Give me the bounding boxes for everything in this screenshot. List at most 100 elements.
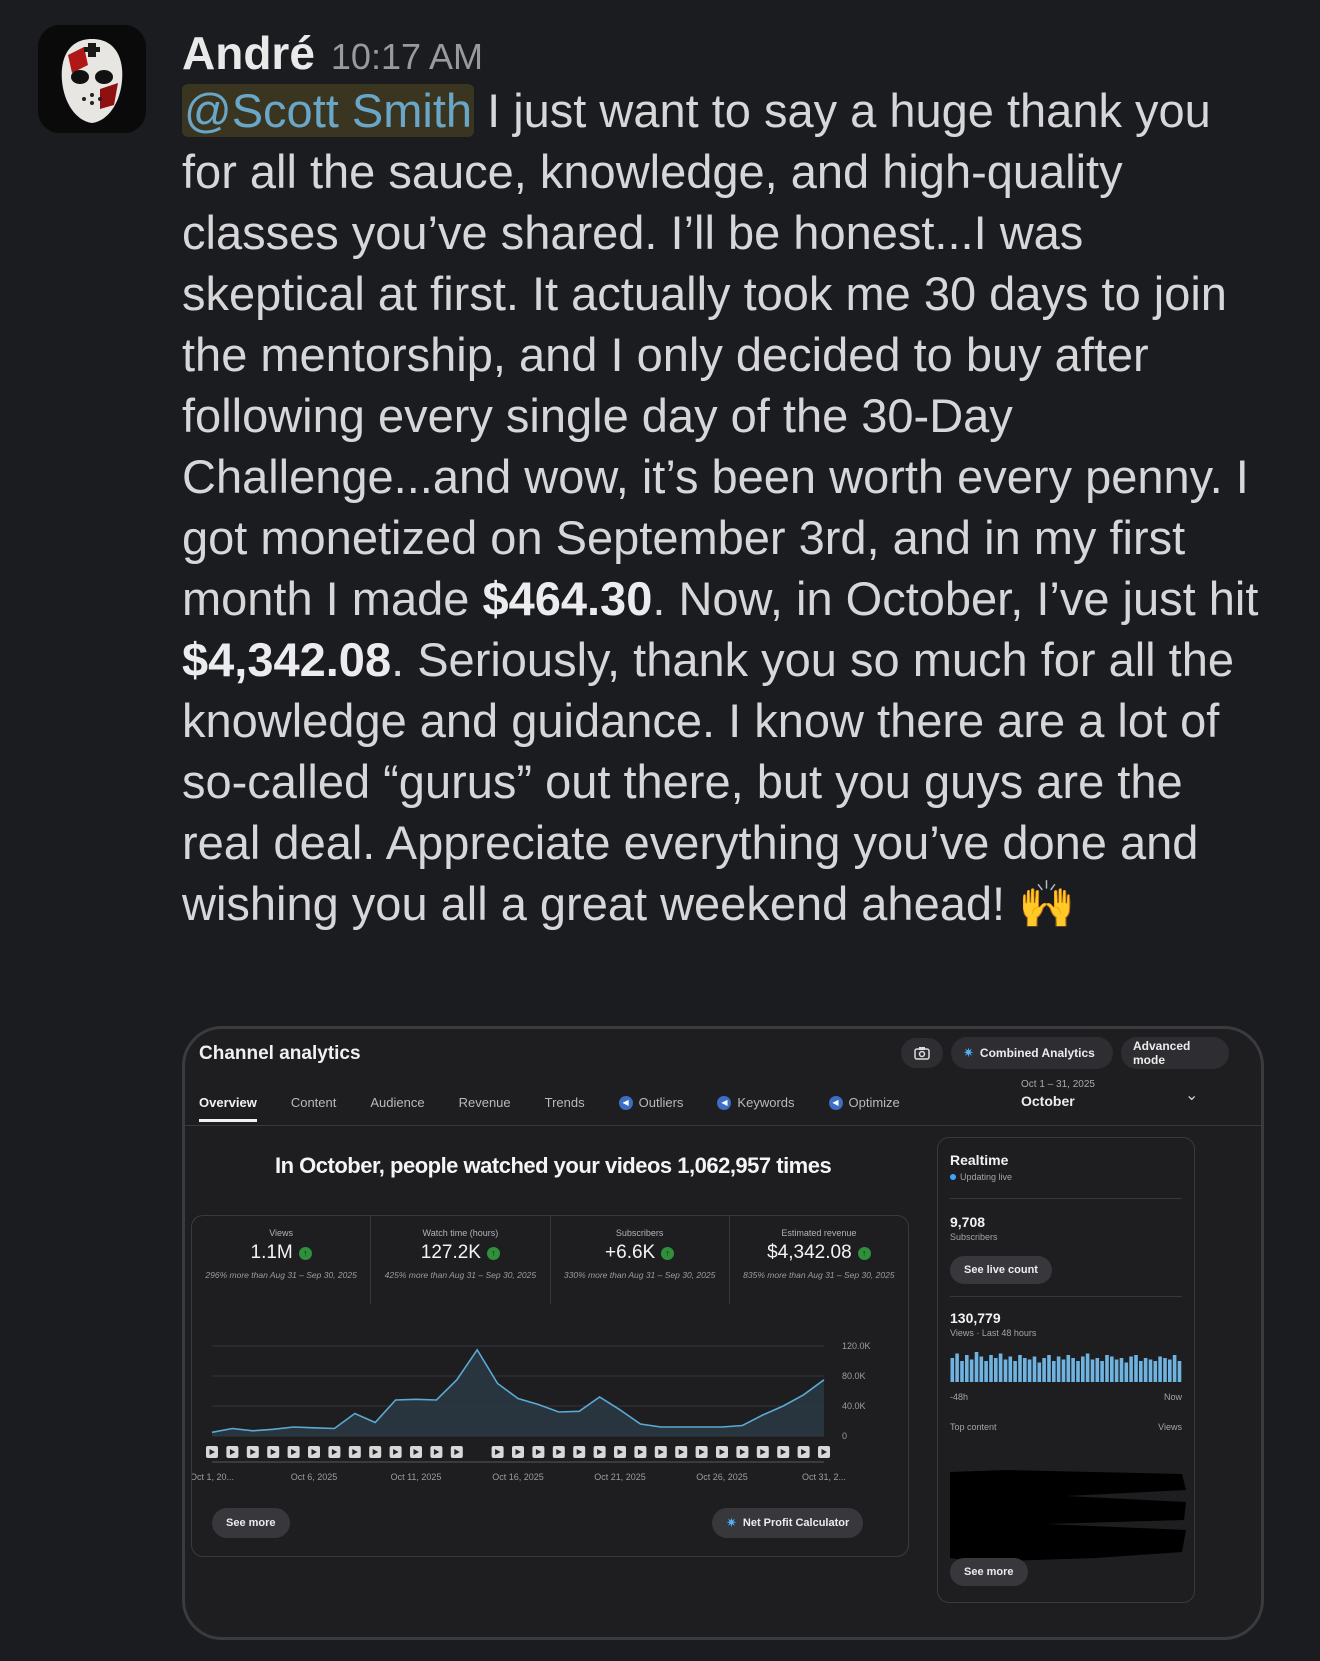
y-tick-label: 80.0K [842, 1371, 866, 1381]
date-range[interactable]: Oct 1 – 31, 2025 [1021, 1079, 1095, 1090]
advanced-mode-button[interactable]: Advanced mode [1121, 1037, 1229, 1069]
realtime-bar [1110, 1356, 1114, 1382]
realtime-bar [1076, 1361, 1080, 1382]
tab-trends[interactable]: Trends [545, 1095, 585, 1110]
extension-icon: ◀ [618, 1095, 633, 1110]
analytics-tabs: Overview Content Audience Revenue Trends… [199, 1095, 900, 1122]
bold-amount: $4,342.08 [182, 633, 392, 686]
user-mention[interactable]: @Scott Smith [182, 84, 475, 137]
tab-label: Trends [544, 1095, 585, 1110]
views-chart[interactable]: 120.0K 80.0K 40.0K 0 Oct 1, 20... Oct 6, 2025… [192, 1304, 908, 1504]
realtime-bar [1129, 1356, 1133, 1382]
y-tick-label: 0 [842, 1431, 847, 1441]
screenshot-button[interactable] [901, 1038, 943, 1068]
realtime-bar [1134, 1355, 1138, 1382]
realtime-bar [950, 1358, 955, 1382]
tab-audience[interactable]: Audience [370, 1095, 424, 1110]
metric-delta: 330% more than Aug 31 – Sep 30, 2025 [563, 1270, 716, 1280]
tab-keywords[interactable]: ◀ Keywords [717, 1095, 795, 1110]
timestamp[interactable]: 10:17 AM [331, 36, 483, 78]
realtime-bar [989, 1355, 993, 1382]
metric-card-subscribers[interactable]: Subscribers +6.6K ↑ 330% more than Aug 31… [551, 1216, 730, 1304]
realtime-axis-start: -48h [950, 1392, 969, 1402]
date-period-label[interactable]: October [1021, 1093, 1075, 1109]
top-content-heading: Top content [950, 1422, 997, 1432]
combined-analytics-button[interactable]: ✷ Combined Analytics [951, 1037, 1113, 1069]
metric-value: +6.6K ↑ [551, 1242, 729, 1264]
tab-revenue[interactable]: Revenue [459, 1095, 511, 1110]
realtime-bar [1071, 1358, 1075, 1382]
see-more-button[interactable]: See more [950, 1558, 1028, 1586]
author-name[interactable]: André [182, 26, 315, 80]
metric-value-text: 1.1M [250, 1242, 293, 1263]
message: André 10:17 AM @Scott Smith I just want … [182, 26, 1272, 935]
realtime-bar [1066, 1355, 1071, 1382]
realtime-bar [1085, 1353, 1090, 1382]
see-live-count-button[interactable]: See live count [950, 1256, 1052, 1284]
camera-icon [914, 1047, 930, 1060]
divider [950, 1296, 1182, 1297]
tab-overview[interactable]: Overview [199, 1095, 257, 1122]
realtime-bar [1023, 1358, 1027, 1382]
views-column-heading: Views [1158, 1422, 1182, 1432]
metric-delta: 296% more than Aug 31 – Sep 30, 2025 [205, 1270, 357, 1280]
tab-content[interactable]: Content [291, 1095, 337, 1110]
x-tick-label: Oct 16, 2025 [492, 1472, 544, 1482]
y-tick-label: 40.0K [842, 1401, 866, 1411]
metric-card-revenue[interactable]: Estimated revenue $4,342.08 ↑ 835% more t… [730, 1216, 908, 1304]
realtime-bar [1090, 1359, 1095, 1382]
metric-card-watch-time[interactable]: Watch time (hours) 127.2K ↑ 425% more tha… [371, 1216, 551, 1304]
see-more-button[interactable]: See more [212, 1508, 290, 1538]
see-live-count-label: See live count [964, 1264, 1038, 1276]
metric-value: 1.1M ↑ [192, 1242, 370, 1264]
tab-label: Overview [199, 1095, 257, 1110]
chevron-down-icon[interactable]: ⌄ [1185, 1085, 1198, 1105]
net-profit-label: Net Profit Calculator [742, 1517, 850, 1529]
realtime-bar [955, 1353, 959, 1382]
realtime-bar [1013, 1361, 1017, 1382]
metric-value-text: $4,342.08 [767, 1242, 852, 1263]
tab-optimize[interactable]: ◀ Optimize [828, 1095, 900, 1110]
attached-screenshot[interactable]: Channel analytics ✷ Combined Analytics A… [182, 1026, 1264, 1640]
arrow-up-icon: ↑ [661, 1246, 675, 1260]
message-header: André 10:17 AM [182, 26, 1272, 82]
arrow-up-icon: ↑ [857, 1246, 871, 1260]
metric-value: $4,342.08 ↑ [730, 1242, 908, 1264]
realtime-bar [1037, 1362, 1042, 1382]
realtime-bar [1047, 1355, 1051, 1382]
tab-label: Audience [370, 1095, 425, 1110]
hockey-mask-icon [38, 25, 146, 133]
raised-hands-emoji: 🙌 [1018, 878, 1076, 930]
divider [950, 1198, 1182, 1199]
tab-label: Revenue [458, 1095, 511, 1110]
overview-headline: In October, people watched your videos 1… [275, 1153, 832, 1178]
tab-outliers[interactable]: ◀ Outliers [618, 1095, 683, 1110]
realtime-bar [1052, 1361, 1056, 1382]
x-tick-label: Oct 31, 2... [802, 1472, 846, 1482]
realtime-bar [998, 1353, 1003, 1382]
extension-logo-icon: ✷ [726, 1515, 737, 1530]
realtime-bar [1061, 1359, 1066, 1382]
realtime-bar [979, 1356, 984, 1382]
realtime-bar [1081, 1356, 1085, 1382]
realtime-bar [969, 1359, 974, 1382]
realtime-bar [1008, 1356, 1013, 1382]
metric-card-views[interactable]: Views 1.1M ↑ 296% more than Aug 31 – Sep … [192, 1216, 372, 1304]
realtime-bar [1100, 1361, 1104, 1382]
realtime-subscribers-value: 9,708 [950, 1214, 986, 1230]
realtime-bar [1148, 1359, 1153, 1382]
realtime-title: Realtime [950, 1152, 1009, 1168]
avatar[interactable] [38, 25, 146, 133]
extension-icon: ◀ [717, 1095, 732, 1110]
extension-logo-icon: ✷ [963, 1045, 974, 1060]
net-profit-calculator-button[interactable]: ✷ Net Profit Calculator [712, 1508, 864, 1538]
realtime-bar [974, 1352, 979, 1382]
realtime-bar [1172, 1355, 1177, 1382]
views-area [212, 1349, 824, 1436]
realtime-views-bars[interactable] [950, 1348, 1182, 1384]
realtime-bar [1042, 1358, 1046, 1382]
tab-label: Content [290, 1095, 337, 1110]
x-tick-label: Oct 21, 2025 [594, 1472, 646, 1482]
metric-label: Estimated revenue [781, 1228, 857, 1238]
redacted-content [950, 1470, 1186, 1562]
